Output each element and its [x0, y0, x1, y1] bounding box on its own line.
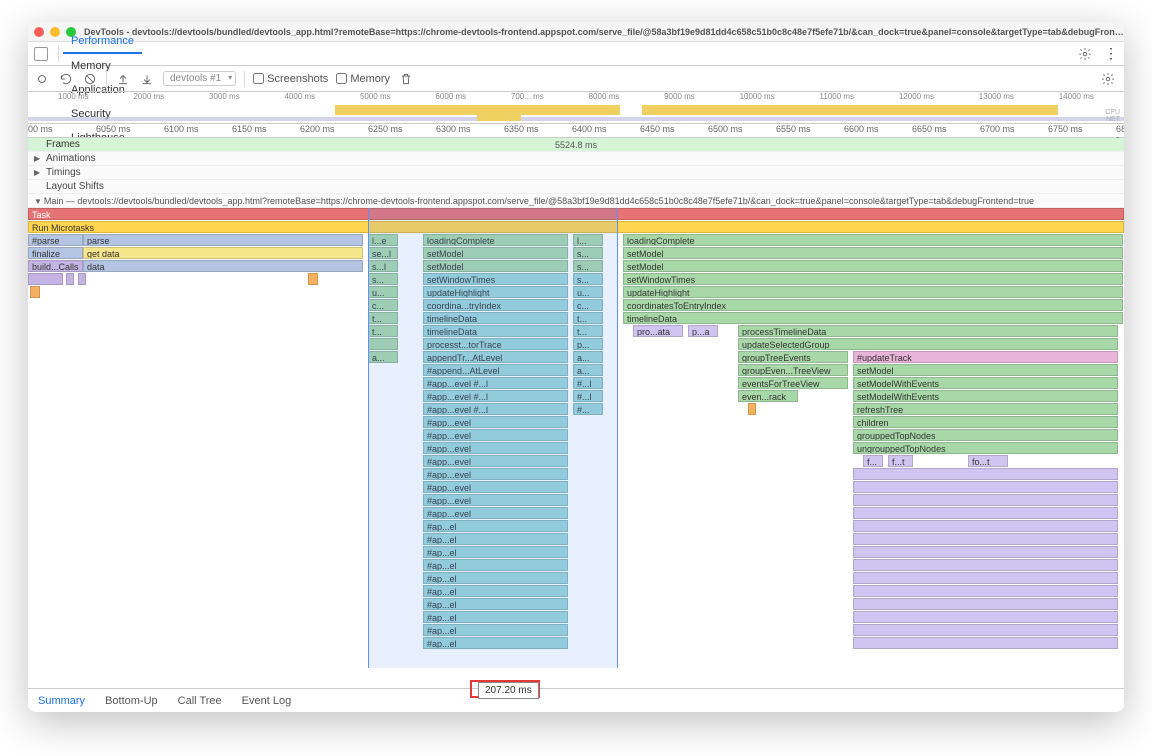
timings-track[interactable]: ▶Timings	[28, 166, 1124, 180]
instance-selector[interactable]: devtools #1	[163, 71, 236, 86]
frame-duration: 5524.8 ms	[555, 138, 597, 152]
inspect-element-icon[interactable]	[34, 47, 48, 61]
reload-record-button[interactable]	[58, 71, 74, 87]
clear-button[interactable]	[82, 71, 98, 87]
window-title: DevTools - devtools://devtools/bundled/d…	[84, 27, 1124, 37]
tab-performance[interactable]: Performance	[63, 30, 142, 54]
animations-track[interactable]: ▶Animations	[28, 152, 1124, 166]
duration-tooltip: 207.20 ms	[478, 682, 539, 699]
time-ruler[interactable]: 00 ms6050 ms6100 ms6150 ms6200 ms6250 ms…	[28, 124, 1124, 138]
minimize-window-button[interactable]	[50, 27, 60, 37]
details-tab-calltree[interactable]: Call Tree	[168, 689, 232, 713]
window-titlebar: DevTools - devtools://devtools/bundled/d…	[28, 22, 1124, 42]
record-button[interactable]	[34, 71, 50, 87]
details-tab-summary[interactable]: Summary	[28, 689, 95, 713]
screenshots-checkbox[interactable]: Screenshots	[253, 73, 328, 85]
close-window-button[interactable]	[34, 27, 44, 37]
details-tabs: SummaryBottom-UpCall TreeEvent Log	[28, 688, 1124, 712]
details-tab-bottomup[interactable]: Bottom-Up	[95, 689, 168, 713]
details-tab-eventlog[interactable]: Event Log	[232, 689, 302, 713]
flame-chart[interactable]: TaskRun Microtasks#parseparsel...eloadin…	[28, 208, 1124, 668]
flame-task[interactable]: Task	[28, 208, 1124, 220]
trash-icon[interactable]	[398, 71, 414, 87]
timeline-overview[interactable]: 1000 ms2000 ms3000 ms4000 ms5000 ms6000 …	[28, 92, 1124, 124]
flame-microtasks[interactable]: Run Microtasks	[28, 221, 1124, 233]
main-thread-header[interactable]: ▼Main — devtools://devtools/bundled/devt…	[28, 194, 1124, 208]
upload-icon[interactable]	[115, 71, 131, 87]
devtools-tabbar: ElementsConsoleSourcesNetworkPerformance…	[28, 42, 1124, 66]
perf-toolbar: devtools #1 Screenshots Memory	[28, 66, 1124, 92]
download-icon[interactable]	[139, 71, 155, 87]
settings-gear-icon[interactable]	[1078, 47, 1092, 61]
frames-track[interactable]: Frames 5524.8 ms	[28, 138, 1124, 152]
capture-settings-icon[interactable]	[1100, 71, 1116, 87]
track-headers: Frames 5524.8 ms ▶Animations ▶Timings La…	[28, 138, 1124, 194]
more-menu-icon[interactable]: ⋮	[1098, 45, 1124, 62]
memory-checkbox[interactable]: Memory	[336, 73, 390, 85]
tab-network[interactable]: Network	[63, 22, 142, 30]
layout-shifts-track[interactable]: Layout Shifts	[28, 180, 1124, 194]
